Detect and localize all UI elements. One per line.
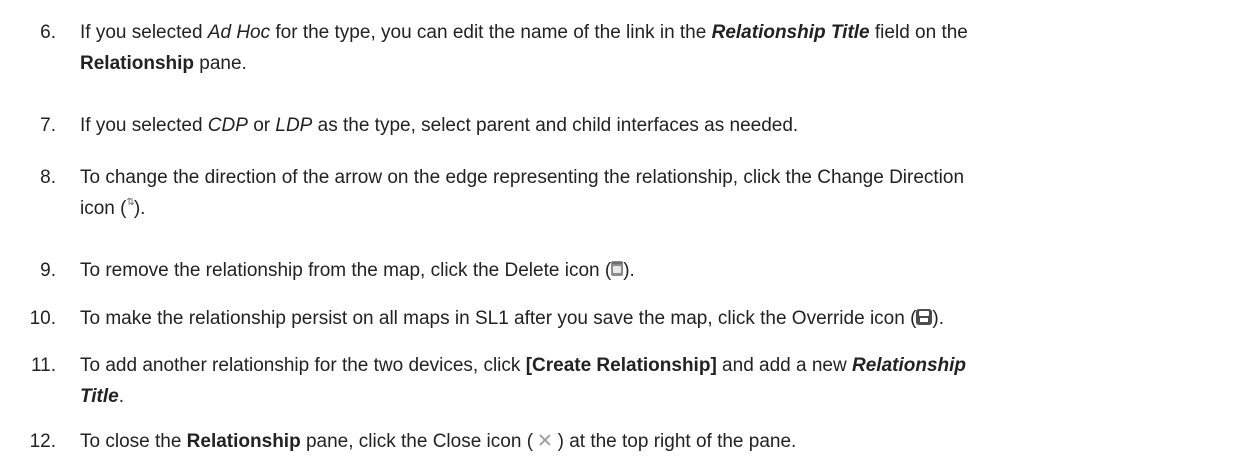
text-run: icon ( [80, 198, 127, 219]
text-run: If you selected [80, 115, 208, 136]
procedure-steps: 6. If you selected Ad Hoc for the type, … [0, 0, 1242, 464]
type-ad-hoc: Ad Hoc [207, 22, 271, 43]
step-text: To remove the relationship from the map,… [80, 255, 1222, 286]
step-text: If you selected CDP or LDP as the type, … [80, 110, 1222, 141]
pane-relationship: Relationship [80, 53, 195, 74]
step-number: 9. [40, 260, 56, 281]
text-run: or [247, 115, 276, 136]
text-run: pane. [194, 53, 247, 74]
step-number: 10. [29, 308, 56, 329]
text-run: To make the relationship persist on all … [80, 308, 917, 329]
field-relationship-title: Relationship [852, 355, 967, 376]
step-number: 6. [40, 22, 56, 43]
text-run: ). [932, 308, 945, 329]
step-line: If you selected Ad Hoc for the type, you… [80, 17, 1222, 48]
step-text: To make the relationship persist on all … [80, 303, 1222, 334]
change-direction-icon: ⇅ [126, 197, 134, 209]
text-run: If you selected [80, 22, 208, 43]
type-ldp: LDP [275, 115, 313, 136]
delete-icon [611, 261, 624, 277]
step-line: To add another relationship for the two … [80, 350, 1222, 381]
step-number: 8. [40, 167, 56, 188]
button-create-relationship: [Create Relationship] [525, 355, 717, 376]
text-run: ). [623, 260, 635, 281]
text-run: ) at the top right of the pane. [552, 431, 797, 452]
field-relationship-title: Relationship Title [711, 22, 870, 43]
step-number: 11. [30, 355, 56, 376]
text-run: pane, click the Close icon ( [300, 431, 539, 452]
step-line: Title. [80, 381, 1222, 412]
step-text: To add another relationship for the two … [80, 350, 1222, 412]
close-icon [538, 433, 552, 447]
text-run: To add another relationship for the two … [80, 355, 526, 376]
type-cdp: CDP [207, 115, 248, 136]
text-run: for the type, you can edit the name of t… [270, 22, 712, 43]
step-text: To change the direction of the arrow on … [80, 162, 1222, 224]
step-line: icon (⇅). [80, 193, 1222, 224]
text-run: . [118, 386, 124, 407]
text-run: field on the [869, 22, 968, 43]
text-run: and add a new [716, 355, 852, 376]
step-text: To close the Relationship pane, click th… [80, 426, 1222, 457]
text-run: To close the [80, 431, 187, 452]
text-run: To change the direction of the arrow on … [80, 167, 965, 188]
step-number: 12. [29, 431, 56, 452]
field-relationship-title-cont: Title [80, 386, 119, 407]
override-icon [916, 308, 933, 325]
step-text: If you selected Ad Hoc for the type, you… [80, 17, 1222, 79]
step-number: 7. [40, 115, 56, 136]
text-run: ). [133, 198, 146, 219]
text-run: To remove the relationship from the map,… [80, 260, 612, 281]
pane-relationship: Relationship [186, 431, 301, 452]
step-line: Relationship pane. [80, 48, 1222, 79]
step-line: To change the direction of the arrow on … [80, 162, 1222, 193]
text-run: as the type, select parent and child int… [312, 115, 799, 136]
